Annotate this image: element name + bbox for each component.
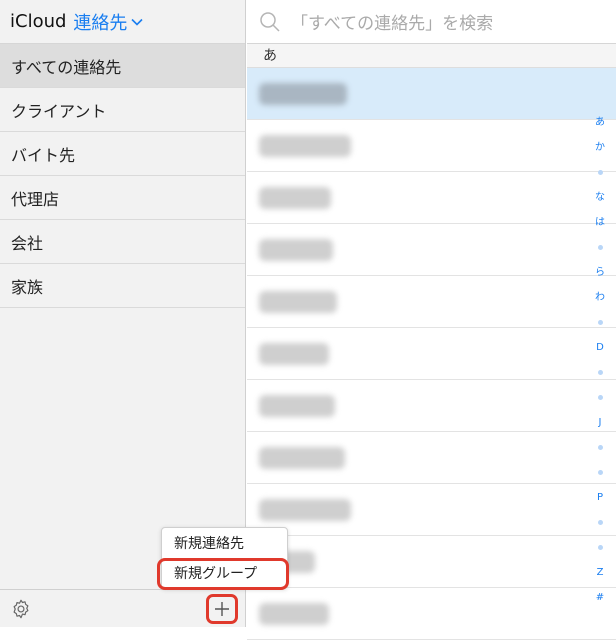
index-dot[interactable]: [592, 435, 608, 460]
contact-row[interactable]: [247, 536, 616, 588]
index-dot[interactable]: [592, 310, 608, 335]
contact-row[interactable]: [247, 276, 616, 328]
index-letter[interactable]: か: [592, 135, 608, 160]
contact-row[interactable]: [247, 328, 616, 380]
contact-name-blurred: [259, 342, 329, 365]
group-label: 会社: [11, 233, 44, 253]
group-label: クライアント: [11, 101, 107, 121]
contact-row[interactable]: [247, 432, 616, 484]
contact-row[interactable]: [247, 484, 616, 536]
index-letter[interactable]: J: [592, 410, 608, 435]
dot-icon: [597, 319, 603, 325]
contact-row[interactable]: [247, 120, 616, 172]
contact-row[interactable]: [247, 172, 616, 224]
add-button[interactable]: [206, 594, 238, 624]
index-letter[interactable]: は: [592, 210, 608, 235]
index-letter[interactable]: あ: [592, 110, 608, 135]
group-item-company[interactable]: 会社: [0, 220, 245, 264]
add-menu-popup: 新規連絡先 新規グループ: [161, 527, 288, 589]
group-item-all-contacts[interactable]: すべての連絡先: [0, 44, 245, 88]
section-switcher[interactable]: 連絡先: [73, 9, 127, 35]
contact-name-blurred: [259, 238, 333, 261]
dot-icon: [597, 369, 603, 375]
app-name: iCloud: [10, 11, 67, 32]
section-header: あ: [247, 44, 616, 68]
group-label: 家族: [11, 277, 44, 297]
dot-icon: [597, 544, 603, 550]
index-letter[interactable]: ら: [592, 260, 608, 285]
gear-icon[interactable]: [10, 598, 32, 620]
index-letter[interactable]: #: [592, 585, 608, 610]
dot-icon: [597, 244, 603, 250]
index-dot[interactable]: [592, 385, 608, 410]
index-letter[interactable]: D: [592, 335, 608, 360]
index-dot[interactable]: [592, 535, 608, 560]
group-label: 代理店: [11, 189, 60, 209]
app-header: iCloud 連絡先: [0, 0, 245, 44]
contact-name-blurred: [259, 602, 329, 625]
index-dot[interactable]: [592, 360, 608, 385]
dot-icon: [597, 469, 603, 475]
contact-row[interactable]: [247, 588, 616, 640]
contact-name-blurred: [259, 290, 337, 313]
contact-name-blurred: [259, 446, 345, 469]
dot-icon: [597, 519, 603, 525]
search-bar[interactable]: 「すべての連絡先」を検索: [247, 0, 616, 44]
index-dot[interactable]: [592, 160, 608, 185]
index-dot[interactable]: [592, 510, 608, 535]
menu-item-new-contact[interactable]: 新規連絡先: [162, 528, 287, 558]
index-letter[interactable]: Z: [592, 560, 608, 585]
contact-row[interactable]: [247, 224, 616, 276]
group-item-family[interactable]: 家族: [0, 264, 245, 308]
group-list: すべての連絡先 クライアント バイト先 代理店 会社 家族: [0, 44, 245, 308]
contact-name-blurred: [259, 186, 331, 209]
contact-list: [247, 68, 616, 640]
chevron-down-icon[interactable]: [131, 16, 143, 28]
group-item-part-time[interactable]: バイト先: [0, 132, 245, 176]
contact-name-blurred: [259, 82, 347, 105]
search-input[interactable]: 「すべての連絡先」を検索: [291, 9, 493, 34]
index-letter[interactable]: わ: [592, 285, 608, 310]
group-label: バイト先: [11, 145, 76, 165]
contacts-pane: 「すべての連絡先」を検索 あ あ か な は ら わ D J P Z #: [247, 0, 616, 640]
plus-icon: [215, 602, 229, 616]
contact-row[interactable]: [247, 68, 616, 120]
search-icon: [259, 11, 281, 33]
index-dot[interactable]: [592, 235, 608, 260]
index-letter[interactable]: P: [592, 485, 608, 510]
group-item-clients[interactable]: クライアント: [0, 88, 245, 132]
index-letter[interactable]: な: [592, 185, 608, 210]
group-item-agency[interactable]: 代理店: [0, 176, 245, 220]
dot-icon: [597, 444, 603, 450]
group-label: すべての連絡先: [11, 57, 122, 77]
sidebar-footer: [0, 589, 245, 627]
menu-item-new-group[interactable]: 新規グループ: [162, 558, 287, 588]
contact-name-blurred: [259, 134, 351, 157]
dot-icon: [597, 169, 603, 175]
contact-name-blurred: [259, 498, 351, 521]
index-dot[interactable]: [592, 460, 608, 485]
contact-name-blurred: [259, 394, 335, 417]
contact-row[interactable]: [247, 380, 616, 432]
dot-icon: [597, 394, 603, 400]
alphabet-index[interactable]: あ か な は ら わ D J P Z #: [592, 110, 608, 610]
